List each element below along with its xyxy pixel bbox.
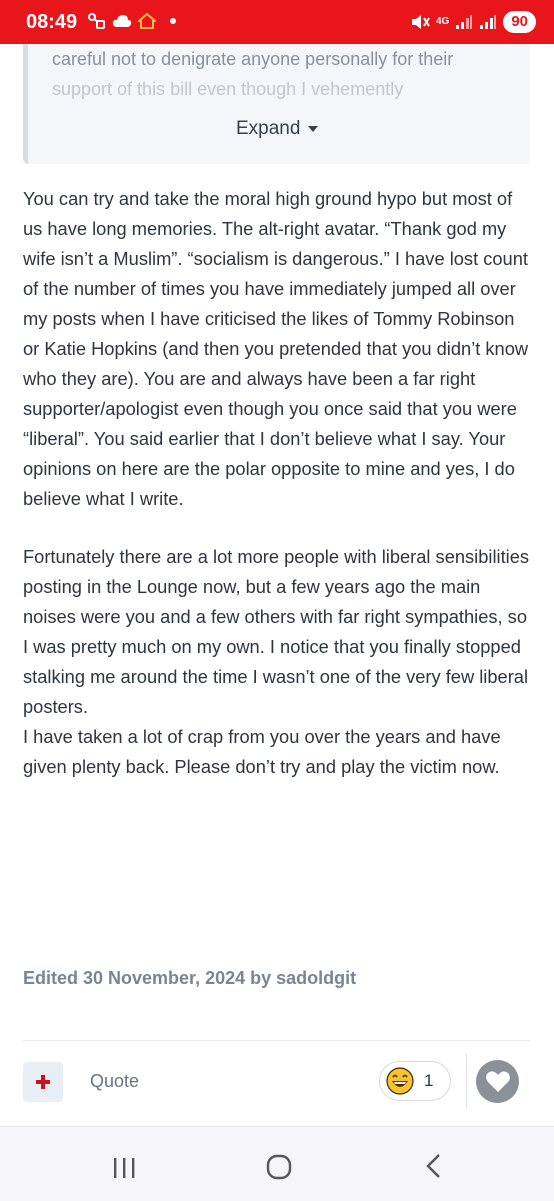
post-body: You can try and take the moral high grou… bbox=[23, 184, 535, 798]
signal-icon bbox=[456, 15, 473, 29]
post-paragraph: You can try and take the moral high grou… bbox=[23, 188, 529, 509]
divider bbox=[23, 1040, 530, 1041]
caret-down-icon bbox=[308, 126, 319, 132]
reaction-summary[interactable]: 1 bbox=[379, 1061, 451, 1101]
system-nav-bar bbox=[0, 1126, 554, 1201]
notification-icons bbox=[88, 13, 176, 29]
link-icon bbox=[88, 13, 105, 29]
post-paragraph: I have taken a lot of crap from you over… bbox=[23, 726, 501, 777]
separator bbox=[466, 1054, 467, 1110]
expand-button[interactable]: Expand bbox=[236, 118, 319, 140]
quote-line-faded: support of this bill even though I vehem… bbox=[52, 79, 404, 99]
clock: 08:49 bbox=[26, 11, 78, 33]
network-type: 4G bbox=[435, 16, 450, 27]
system-icons: 4G 90 bbox=[410, 11, 536, 33]
quoted-post: careful not to denigrate anyone personal… bbox=[23, 44, 530, 164]
heart-icon bbox=[485, 1070, 510, 1092]
home-icon[interactable] bbox=[266, 1154, 292, 1180]
quote-line: careful not to denigrate anyone personal… bbox=[52, 49, 454, 69]
battery-level: 90 bbox=[503, 11, 536, 33]
plus-icon bbox=[36, 1075, 50, 1089]
recent-apps-icon[interactable] bbox=[112, 1157, 136, 1179]
quote-text: careful not to denigrate anyone personal… bbox=[52, 44, 522, 104]
status-bar: 08:49 4G 90 bbox=[0, 0, 554, 44]
mute-icon bbox=[411, 15, 430, 29]
back-icon[interactable] bbox=[424, 1153, 442, 1179]
home-alert-icon bbox=[138, 13, 156, 29]
reaction-count: 1 bbox=[424, 1071, 434, 1090]
expand-label: Expand bbox=[236, 118, 301, 139]
like-button[interactable] bbox=[476, 1060, 519, 1103]
multiquote-button[interactable] bbox=[23, 1062, 63, 1102]
edited-note: Edited 30 November, 2024 by sadoldgit bbox=[23, 968, 357, 988]
cloud-icon bbox=[112, 15, 132, 27]
signal-icon-2 bbox=[480, 15, 497, 29]
more-notifications-dot bbox=[170, 18, 176, 24]
quote-button[interactable]: Quote bbox=[90, 1071, 139, 1092]
post-paragraph: Fortunately there are a lot more people … bbox=[23, 546, 530, 717]
laughing-emoji-icon bbox=[386, 1067, 414, 1095]
